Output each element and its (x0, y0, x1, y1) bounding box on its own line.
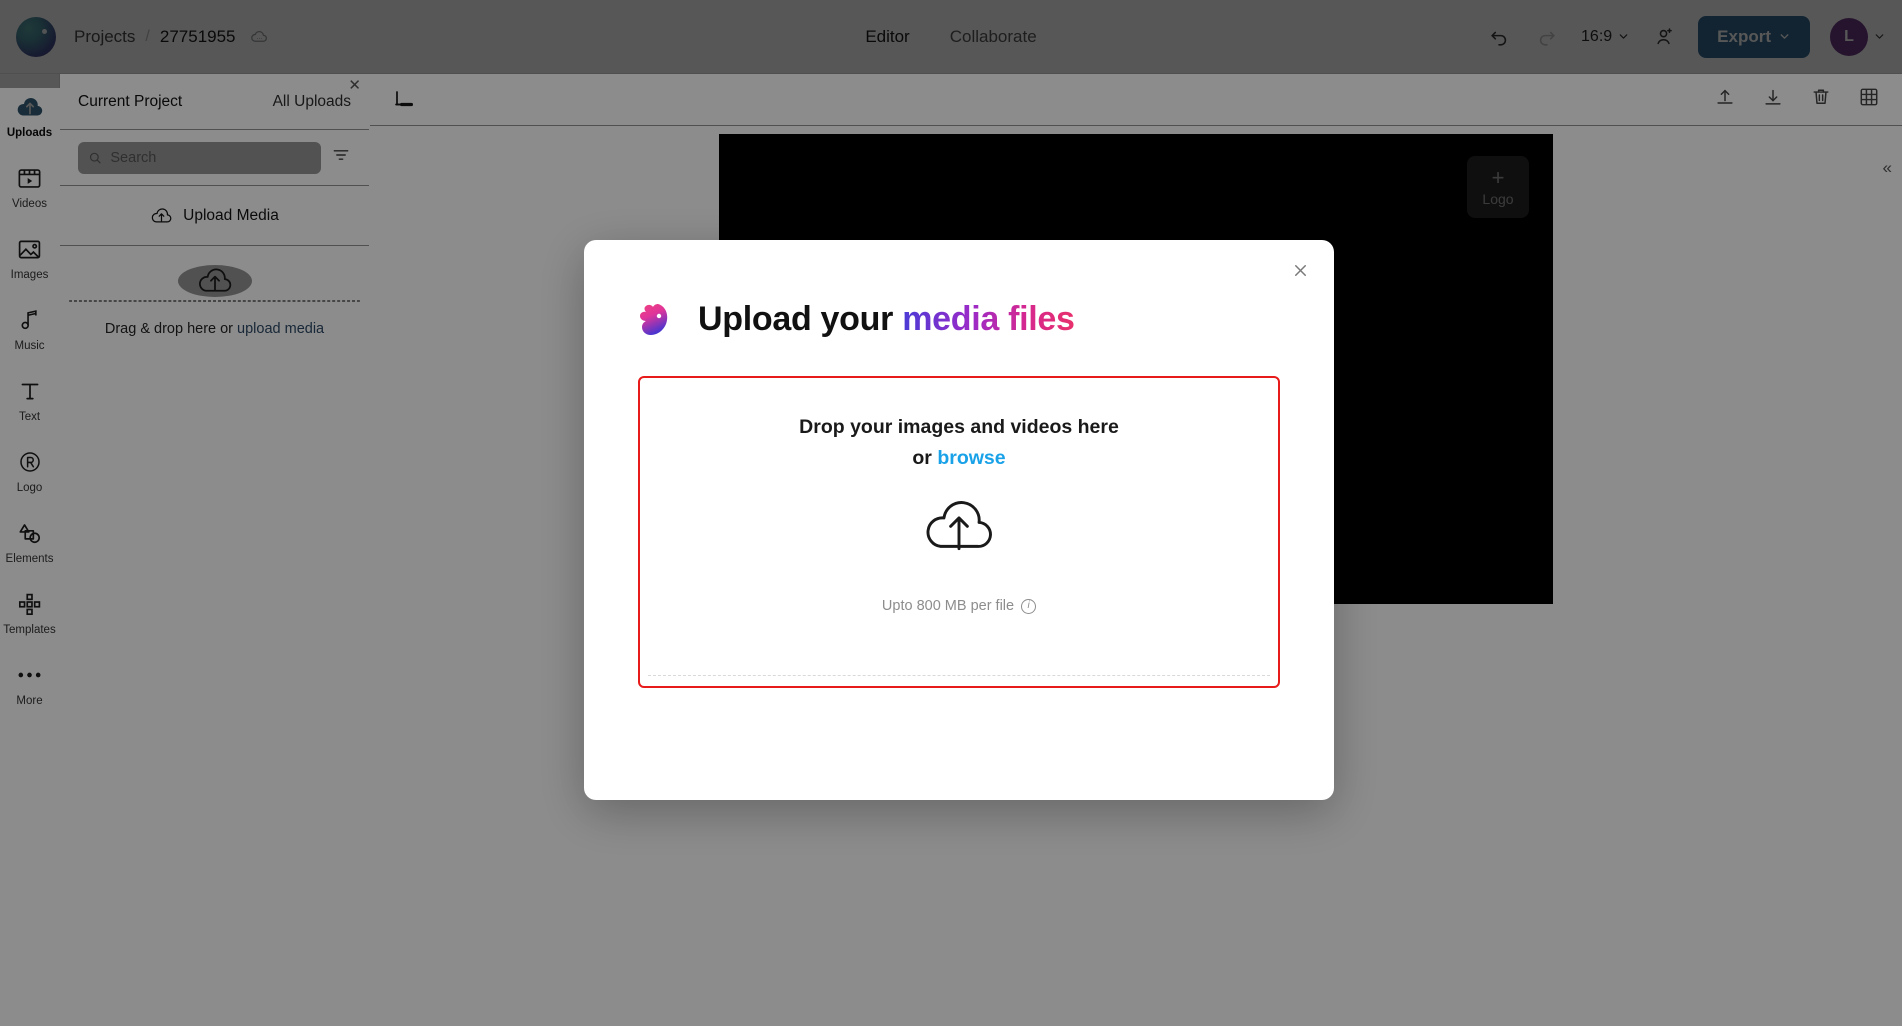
modal-header: Upload your media files (584, 240, 1334, 342)
modal-title-plain: Upload your (698, 299, 903, 338)
app-root: Projects / 27751955 Editor Collaborate 1… (0, 0, 1902, 1026)
dropzone-divider (648, 675, 1270, 676)
modal-title: Upload your media files (698, 300, 1075, 339)
app-logo-gradient-icon (628, 296, 674, 342)
dropzone-or: or (912, 447, 938, 469)
info-icon[interactable]: i (1021, 598, 1037, 614)
modal-title-gradient: media files (902, 299, 1075, 338)
dropzone-line-1: Drop your images and videos here (799, 416, 1119, 438)
browse-link[interactable]: browse (937, 447, 1005, 469)
dropzone-note: Upto 800 MB per file i (640, 598, 1278, 614)
dropzone-note-text: Upto 800 MB per file (881, 598, 1015, 614)
upload-modal: Upload your media files Drop your images… (584, 240, 1334, 800)
modal-dropzone[interactable]: Drop your images and videos here or brow… (638, 376, 1280, 688)
dropzone-line-2: or browse (640, 447, 1278, 470)
cloud-upload-icon (640, 496, 1278, 560)
close-icon[interactable] (1288, 258, 1312, 282)
